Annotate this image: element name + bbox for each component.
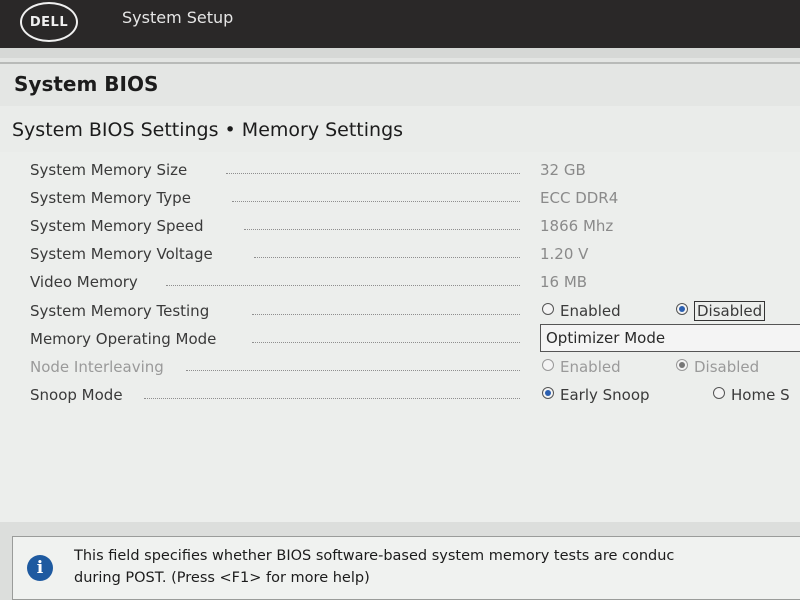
- help-bar: i This field specifies whether BIOS soft…: [0, 522, 800, 600]
- settings-panel: System Memory Size 32 GB System Memory T…: [0, 152, 800, 522]
- radio-selected-icon: [676, 303, 688, 315]
- section-header: System BIOS Settings • Memory Settings: [0, 106, 800, 154]
- radio-label: Early Snoop: [560, 386, 650, 404]
- help-line: This field specifies whether BIOS softwa…: [74, 548, 675, 564]
- setting-label: System Memory Size: [30, 161, 188, 179]
- setting-value: 1.20 V: [540, 245, 589, 263]
- setting-value: 16 MB: [540, 273, 588, 291]
- leader-dots: [232, 201, 520, 202]
- setting-row-memory-size: System Memory Size 32 GB: [30, 158, 800, 182]
- setting-row-memory-speed: System Memory Speed 1866 Mhz: [30, 214, 800, 238]
- select-value: Optimizer Mode: [546, 329, 666, 347]
- page-title: System BIOS: [14, 72, 159, 96]
- leader-dots: [226, 173, 520, 174]
- setting-row-memory-voltage: System Memory Voltage 1.20 V: [30, 242, 800, 266]
- dell-logo: DELL: [20, 2, 78, 42]
- header-band: [0, 48, 800, 58]
- setting-row-operating-mode: Memory Operating Mode Optimizer Mode: [30, 324, 800, 352]
- radio-selected-icon: [542, 387, 554, 399]
- radio-early-snoop[interactable]: Early Snoop: [542, 386, 650, 404]
- setting-label: System Memory Testing: [30, 302, 210, 320]
- radio-label: Disabled: [694, 301, 766, 321]
- setting-value: 32 GB: [540, 161, 586, 179]
- leader-dots: [254, 257, 520, 258]
- radio-empty-icon: [713, 387, 725, 399]
- setting-value: ECC DDR4: [540, 189, 619, 207]
- app-title: System Setup: [122, 8, 234, 27]
- radio-empty-icon: [542, 359, 554, 371]
- radio-enabled: Enabled: [542, 358, 621, 376]
- radio-label: Enabled: [560, 358, 621, 376]
- setting-label: System Memory Type: [30, 189, 191, 207]
- info-icon: i: [27, 555, 53, 581]
- help-text: This field specifies whether BIOS softwa…: [74, 545, 674, 589]
- setting-row-node-interleaving: Node Interleaving Enabled Disabled: [30, 355, 800, 379]
- radio-label: Home S: [731, 386, 790, 404]
- help-box: i This field specifies whether BIOS soft…: [12, 536, 800, 600]
- setting-row-snoop-mode: Snoop Mode Early Snoop Home S: [30, 383, 800, 407]
- radio-label: Enabled: [560, 302, 621, 320]
- radio-selected-icon: [676, 359, 688, 371]
- setting-label: Node Interleaving: [30, 358, 164, 376]
- setting-label: System Memory Speed: [30, 217, 204, 235]
- top-bar: DELL System Setup: [0, 0, 800, 48]
- setting-row-video-memory: Video Memory 16 MB: [30, 270, 800, 294]
- setting-label: Video Memory: [30, 273, 138, 291]
- leader-dots: [244, 229, 520, 230]
- setting-label: Snoop Mode: [30, 386, 123, 404]
- leader-dots: [252, 314, 520, 315]
- page-header: System BIOS: [0, 62, 800, 108]
- setting-label: Memory Operating Mode: [30, 330, 217, 348]
- help-line: during POST. (Press <F1> for more help): [74, 570, 370, 586]
- leader-dots: [252, 342, 520, 343]
- operating-mode-select[interactable]: Optimizer Mode: [540, 324, 800, 352]
- leader-dots: [144, 398, 520, 399]
- leader-dots: [166, 285, 520, 286]
- setting-value: 1866 Mhz: [540, 217, 614, 235]
- leader-dots: [186, 370, 520, 371]
- radio-home-snoop[interactable]: Home S: [713, 386, 790, 404]
- radio-disabled[interactable]: Disabled: [676, 301, 766, 321]
- setting-label: System Memory Voltage: [30, 245, 213, 263]
- radio-disabled: Disabled: [676, 358, 759, 376]
- setting-row-memory-type: System Memory Type ECC DDR4: [30, 186, 800, 210]
- setting-row-memory-testing: System Memory Testing Enabled Disabled: [30, 299, 800, 323]
- radio-enabled[interactable]: Enabled: [542, 302, 621, 320]
- breadcrumb: System BIOS Settings • Memory Settings: [12, 119, 404, 141]
- radio-label: Disabled: [694, 358, 760, 376]
- radio-empty-icon: [542, 303, 554, 315]
